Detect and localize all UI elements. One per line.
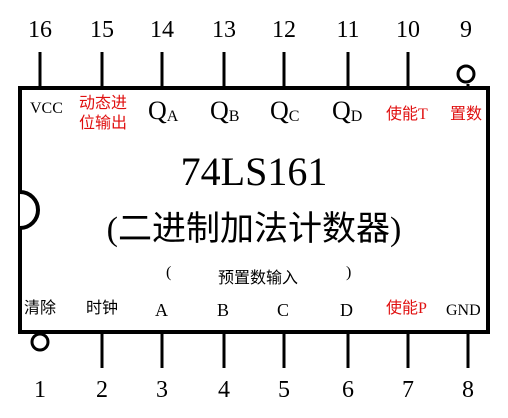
pin-number-5: 5	[278, 377, 290, 403]
pin-number-16: 16	[28, 17, 52, 43]
pin13-label-main: Q	[210, 96, 229, 125]
pin5-label-c: C	[277, 300, 290, 320]
pin12-label-sub: C	[288, 108, 300, 125]
pin-number-4: 4	[218, 377, 230, 403]
pin12-label-main: Q	[270, 96, 289, 125]
pin9-label-load: 置数	[450, 106, 483, 123]
pin2-label-clock: 时钟	[86, 300, 119, 317]
chip-description: (二进制加法计数器)	[106, 211, 402, 248]
pin1-inversion-bubble	[30, 332, 50, 352]
pin10-label-enable-t: 使能T	[386, 106, 428, 123]
pin-number-12: 12	[272, 17, 296, 43]
top-pin-leads	[38, 52, 470, 88]
pin13-label-sub: B	[228, 108, 240, 125]
pin-number-2: 2	[96, 377, 108, 403]
preset-input-label: 预置数输入	[218, 270, 299, 287]
pin14-label-qa: QA	[148, 98, 178, 128]
pin6-label-d: D	[340, 300, 353, 320]
bottom-pin-leads	[38, 332, 470, 368]
pin15-label: 动态进 位输出	[79, 94, 127, 134]
pin12-label-qc: QC	[270, 98, 299, 128]
pin-number-10: 10	[396, 17, 420, 43]
pin15-label-line2: 位输出	[79, 115, 128, 132]
pin15-label-line1: 动态进	[79, 95, 128, 112]
pin3-label-a: A	[155, 300, 168, 320]
pin14-label-sub: A	[166, 108, 179, 125]
pin8-label-gnd: GND	[446, 302, 481, 319]
preset-label-open-paren: (	[166, 264, 172, 281]
pin9-inversion-bubble	[456, 64, 476, 84]
pin14-label-main: Q	[148, 96, 167, 125]
chip-part-number: 74LS161	[180, 149, 328, 194]
pin-number-11: 11	[336, 17, 360, 43]
pin11-label-sub: D	[350, 108, 363, 125]
pin16-label-vcc: VCC	[30, 100, 63, 117]
pin7-label-enable-p: 使能P	[386, 300, 427, 317]
preset-label-close-paren: )	[346, 264, 352, 281]
pin-number-1: 1	[34, 377, 46, 403]
pin-number-6: 6	[342, 377, 354, 403]
pin11-label-main: Q	[332, 96, 351, 125]
pin11-label-qd: QD	[332, 98, 362, 128]
pin1-label-clear: 清除	[24, 300, 57, 317]
pin-number-14: 14	[150, 17, 174, 43]
pin-number-9: 9	[460, 17, 472, 43]
pin4-label-b: B	[217, 300, 230, 320]
pin-number-8: 8	[462, 377, 474, 403]
pin13-label-qb: QB	[210, 98, 239, 128]
pin-number-15: 15	[90, 17, 114, 43]
pin-number-3: 3	[156, 377, 168, 403]
pin-number-13: 13	[212, 17, 236, 43]
chip-diagram	[18, 52, 490, 368]
pin-number-7: 7	[402, 377, 414, 403]
